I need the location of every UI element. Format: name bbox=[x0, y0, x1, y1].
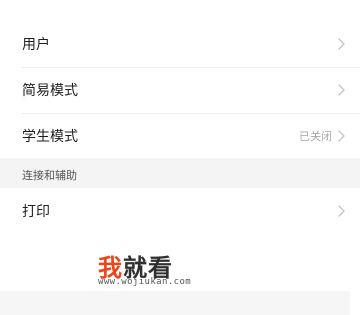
settings-item-label: 用户 bbox=[22, 37, 50, 53]
settings-item-simple-mode[interactable]: 简易模式 bbox=[0, 68, 360, 112]
chevron-right-icon bbox=[338, 84, 345, 96]
watermark-logo: 我就看 www.wojiukan.com bbox=[98, 248, 238, 292]
chevron-right-icon bbox=[338, 130, 345, 142]
settings-item-label: 简易模式 bbox=[22, 83, 78, 99]
section-title: 连接和辅助 bbox=[22, 169, 77, 182]
chevron-right-icon bbox=[338, 38, 345, 50]
settings-item-print[interactable]: 打印 bbox=[0, 189, 360, 233]
settings-screen: 用户 简易模式 学生模式 已关闭 连接和辅助 打印 我就看 www.wojiuk… bbox=[0, 0, 360, 315]
settings-item-student-mode[interactable]: 学生模式 已关闭 bbox=[0, 114, 360, 158]
settings-item-label: 打印 bbox=[22, 204, 50, 220]
watermark-url: www.wojiukan.com bbox=[98, 277, 192, 287]
status-value: 已关闭 bbox=[299, 130, 332, 143]
settings-item-label: 学生模式 bbox=[22, 129, 78, 145]
section-header: 连接和辅助 bbox=[0, 158, 360, 188]
settings-item-user[interactable]: 用户 bbox=[0, 22, 360, 66]
bottom-strip bbox=[0, 291, 350, 315]
chevron-right-icon bbox=[338, 205, 345, 217]
